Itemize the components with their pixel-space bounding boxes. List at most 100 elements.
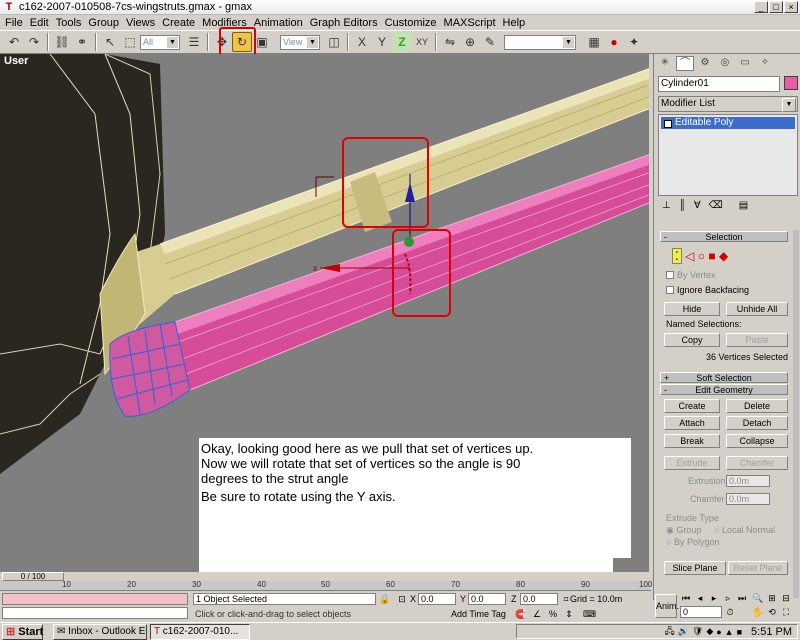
border-level-icon[interactable]: ○ (698, 249, 705, 263)
menu-file[interactable]: File (3, 17, 28, 29)
close-button[interactable]: × (784, 1, 798, 13)
by-vertex-checkbox[interactable] (666, 271, 674, 279)
menu-help[interactable]: Help (501, 17, 531, 29)
x-coordinate-field[interactable]: 0.0 (418, 593, 456, 605)
ignore-backfacing-option[interactable]: Ignore Backfacing (666, 285, 749, 295)
break-button[interactable]: Break (664, 434, 720, 448)
slice-plane-button[interactable]: Slice Plane (664, 561, 726, 575)
spinner-snap-icon[interactable]: ⇕ (563, 608, 575, 620)
task-outlook[interactable]: ✉ Inbox - Outlook E... (53, 623, 147, 640)
maximize-viewport-icon[interactable]: ⛶ (780, 606, 792, 618)
quick-render-icon[interactable]: ✦ (624, 32, 644, 52)
menu-animation[interactable]: Animation (252, 17, 308, 29)
detach-button[interactable]: Detach (726, 416, 788, 430)
select-link-icon[interactable]: ⛓ (52, 32, 72, 52)
track-bar[interactable]: 10 20 30 40 50 60 70 80 90 100 (0, 580, 652, 591)
modify-tab-icon[interactable]: ⌒ (676, 56, 694, 71)
align-icon[interactable]: ⊕ (460, 32, 480, 52)
menu-group[interactable]: Group (86, 17, 124, 29)
element-level-icon[interactable]: ◆ (719, 249, 728, 263)
select-object-icon[interactable]: ↖ (100, 32, 120, 52)
collapse-button[interactable]: Collapse (726, 434, 788, 448)
maxscript-output-field[interactable] (2, 607, 188, 619)
play-icon[interactable]: ▸ (708, 592, 720, 604)
restrict-xy-button[interactable]: XY (412, 32, 432, 52)
snap-toggle-icon[interactable]: 🧲 (515, 608, 527, 620)
tray-app-icon[interactable]: ● (716, 627, 721, 637)
ignore-backfacing-checkbox[interactable] (666, 286, 674, 294)
named-selection-sets-select[interactable] (504, 34, 576, 50)
paste-button[interactable]: Paste (726, 333, 788, 347)
absolute-mode-icon[interactable]: ⊡ (396, 593, 408, 605)
display-tab-icon[interactable]: ▭ (736, 56, 754, 71)
polygon-level-icon[interactable]: ■ (708, 249, 715, 263)
show-end-result-icon[interactable]: ║ (679, 200, 686, 214)
add-time-tag-button[interactable]: Add Time Tag (451, 609, 506, 619)
chamfer-spinner[interactable]: 0.0m (726, 493, 770, 505)
lock-selection-icon[interactable]: 🔒 (379, 593, 391, 605)
motion-tab-icon[interactable]: ◎ (716, 56, 734, 71)
restrict-y-button[interactable]: Y (372, 32, 392, 52)
time-slider-thumb[interactable]: 0 / 100 (2, 572, 64, 581)
configure-sets-icon[interactable]: ▤ (739, 200, 748, 214)
edge-level-icon[interactable]: ◁ (685, 249, 694, 263)
object-name-field[interactable]: Cylinder01 (658, 76, 780, 92)
tray-volume-icon[interactable]: 🔊 (678, 626, 689, 637)
chamfer-button[interactable]: Chamfer (726, 456, 788, 470)
hierarchy-tab-icon[interactable]: ⚙ (696, 56, 714, 71)
tray-network-icon[interactable]: 🖧 (665, 624, 675, 640)
menu-customize[interactable]: Customize (383, 17, 442, 29)
maximize-button[interactable]: □ (769, 1, 783, 13)
menu-views[interactable]: Views (124, 17, 160, 29)
zoom-all-icon[interactable]: ⊞ (766, 592, 778, 604)
stack-item-editable-poly[interactable]: Editable Poly (661, 117, 795, 129)
selection-filter-select[interactable]: All (140, 34, 180, 50)
prev-frame-icon[interactable]: ◂ (694, 592, 706, 604)
utilities-tab-icon[interactable]: ✧ (756, 56, 774, 71)
zoom-icon[interactable]: 🔍 (752, 592, 764, 604)
attach-button[interactable]: Attach (664, 416, 720, 430)
menu-tools[interactable]: Tools (54, 17, 87, 29)
modifier-list-select[interactable]: Modifier List (658, 96, 798, 112)
extrusion-spinner[interactable]: 0.0m (726, 475, 770, 487)
material-editor-icon[interactable]: ▦ (584, 32, 604, 52)
z-coordinate-field[interactable]: 0.0 (520, 593, 558, 605)
remove-modifier-icon[interactable]: ⌫ (709, 200, 723, 214)
menu-edit[interactable]: Edit (28, 17, 54, 29)
unhide-all-button[interactable]: Unhide All (726, 302, 788, 316)
current-frame-field[interactable]: 0 (680, 606, 722, 618)
angle-snap-icon[interactable]: ∠ (531, 608, 543, 620)
mirror-icon[interactable]: ⇋ (440, 32, 460, 52)
object-color-swatch[interactable] (784, 76, 798, 90)
copy-button[interactable]: Copy (664, 333, 720, 347)
by-polygon-radio[interactable]: ○ By Polygon (666, 537, 719, 547)
tray-shield-icon[interactable]: 🛡 (692, 626, 703, 637)
tray-app-icon[interactable]: ◆ (706, 626, 713, 637)
y-coordinate-field[interactable]: 0.0 (468, 593, 506, 605)
delete-button[interactable]: Delete (726, 399, 788, 413)
menu-maxscript[interactable]: MAXScript (442, 17, 501, 29)
percent-snap-icon[interactable]: % (547, 608, 559, 620)
viewport-label[interactable]: User (4, 55, 28, 67)
menu-create[interactable]: Create (160, 17, 200, 29)
user-viewport[interactable]: x User Okay, looking good here as we pul… (0, 54, 651, 572)
goto-start-icon[interactable]: ⏮ (680, 592, 692, 604)
gmax-app-icon[interactable]: T (3, 1, 15, 13)
group-radio[interactable]: ◉ Group (666, 525, 701, 536)
vertex-level-icon[interactable]: ⁚ (672, 248, 682, 264)
tray-app-icon[interactable]: ▲ (725, 627, 734, 637)
goto-end-icon[interactable]: ⏭ (736, 592, 748, 604)
make-unique-icon[interactable]: ∀ (694, 200, 701, 214)
by-vertex-option[interactable]: By Vertex (666, 270, 716, 280)
create-button[interactable]: Create (664, 399, 720, 413)
select-region-icon[interactable]: ⬚ (120, 32, 140, 52)
undo-icon[interactable]: ↶ (4, 32, 24, 52)
hide-button[interactable]: Hide (664, 302, 720, 316)
extrude-button[interactable]: Extrude (664, 456, 720, 470)
selection-rollout-header[interactable]: - Selection (660, 231, 788, 242)
unlink-icon[interactable]: ⚭ (72, 32, 92, 52)
redo-icon[interactable]: ↷ (24, 32, 44, 52)
animate-button[interactable]: Anim. (655, 594, 679, 618)
keyboard-shortcut-icon[interactable]: ⌨ (583, 608, 596, 620)
edit-geometry-rollout-header[interactable]: - Edit Geometry (660, 384, 788, 395)
